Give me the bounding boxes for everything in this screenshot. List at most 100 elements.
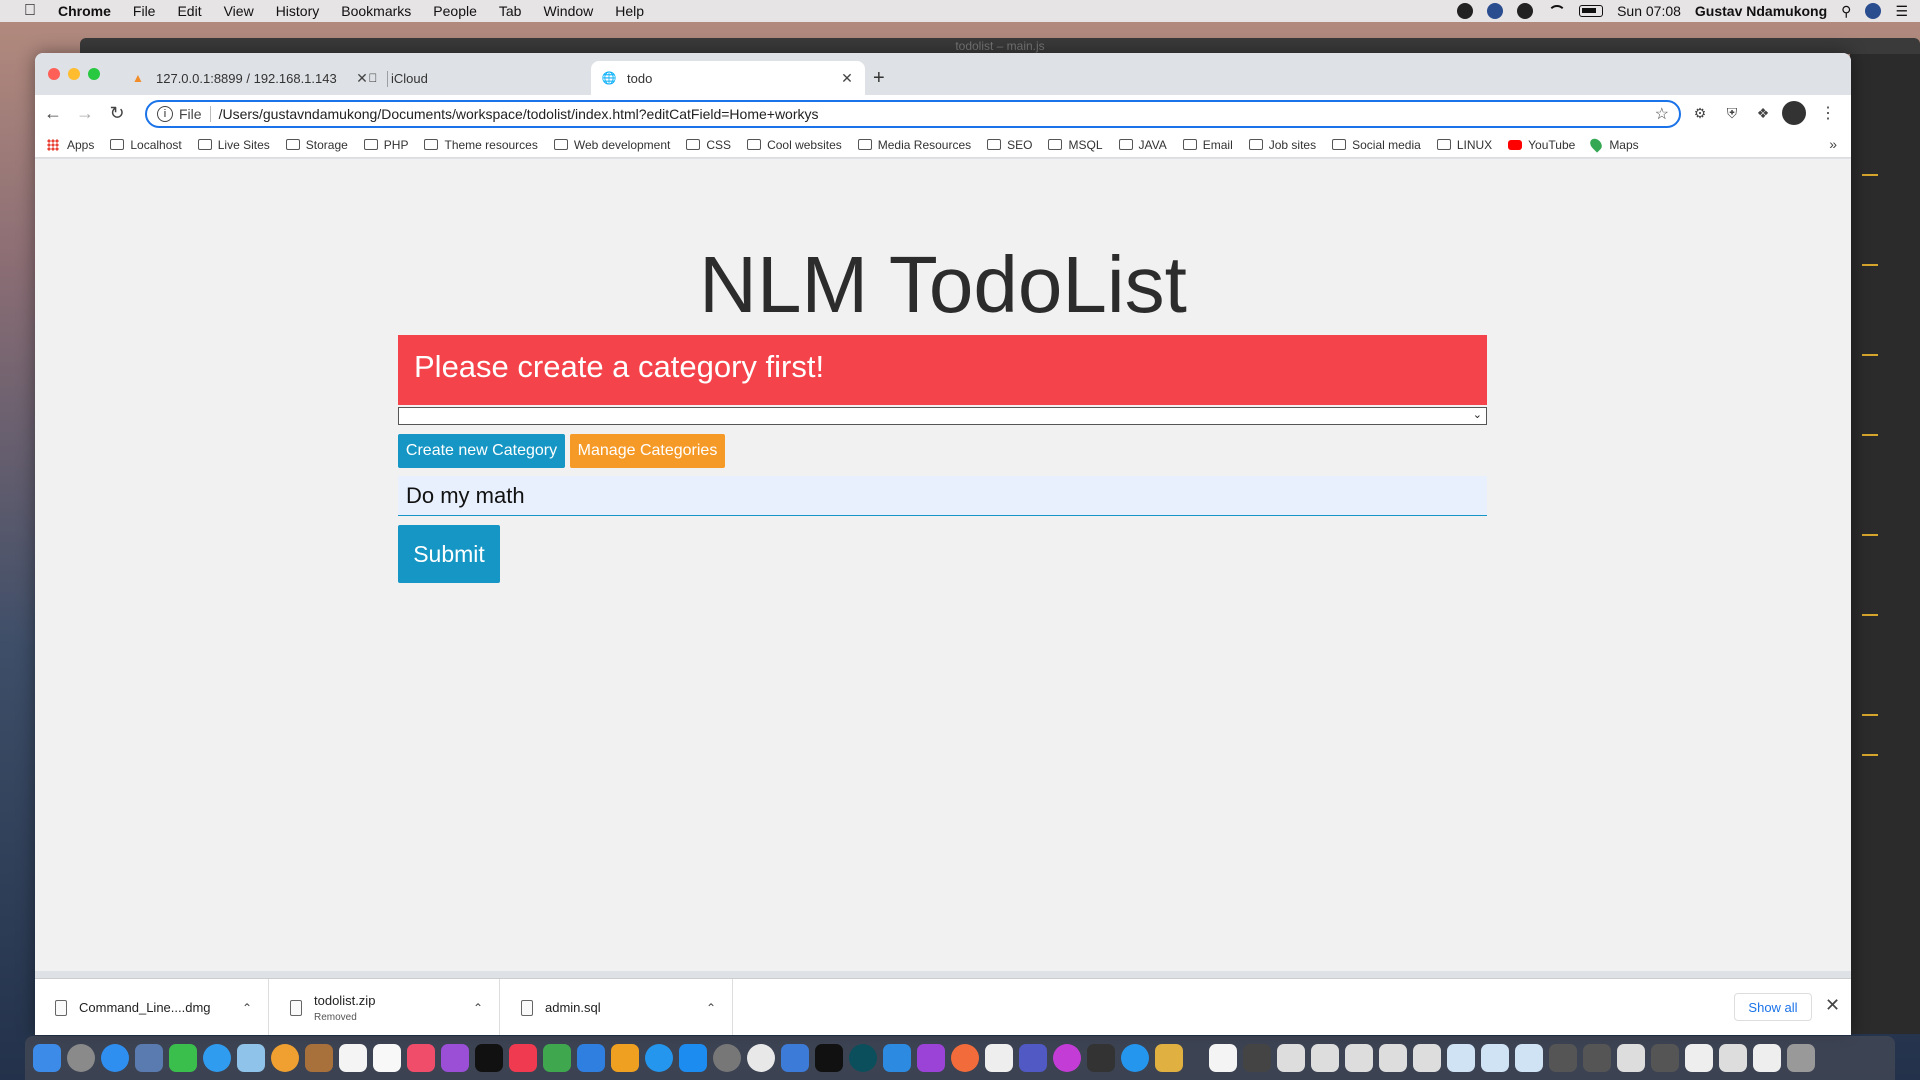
trash-icon[interactable]	[1787, 1044, 1815, 1072]
download-item[interactable]: Command_Line....dmg ⌃	[35, 979, 269, 1035]
extensions-puzzle-icon[interactable]: ❖	[1753, 103, 1773, 123]
bookmark-email[interactable]: Email	[1182, 138, 1233, 152]
bookmark-apps[interactable]: Apps	[47, 138, 94, 152]
docker-whale-icon[interactable]	[1121, 1044, 1149, 1072]
close-icon[interactable]: ✕	[839, 70, 855, 86]
postman-icon[interactable]	[951, 1044, 979, 1072]
address-url[interactable]: /Users/gustavndamukong/Documents/workspa…	[219, 106, 1655, 122]
phpstorm-icon[interactable]	[917, 1044, 945, 1072]
tab-icloud[interactable]:  iCloud ✕	[355, 61, 620, 95]
facetime-icon[interactable]	[169, 1044, 197, 1072]
terminal-icon[interactable]	[815, 1044, 843, 1072]
spotlight-icon[interactable]: ⚲	[1841, 3, 1851, 20]
bookmark-theme-resources[interactable]: Theme resources	[424, 138, 538, 152]
profile-avatar[interactable]	[1782, 101, 1806, 125]
minimized-window-icon[interactable]	[1583, 1044, 1611, 1072]
finder-icon[interactable]	[33, 1044, 61, 1072]
bookmark-social-media[interactable]: Social media	[1332, 138, 1421, 152]
bookmark-youtube[interactable]: YouTube	[1508, 138, 1575, 152]
chrome-icon[interactable]	[747, 1044, 775, 1072]
music-icon[interactable]	[407, 1044, 435, 1072]
menu-help[interactable]: Help	[615, 3, 644, 19]
show-all-downloads-button[interactable]: Show all	[1734, 993, 1812, 1021]
bookmark-php[interactable]: PHP	[363, 138, 408, 152]
minimize-window-button[interactable]	[68, 68, 80, 80]
vpn-status-icon[interactable]	[1487, 3, 1504, 19]
gitkraken-icon[interactable]	[849, 1044, 877, 1072]
bookmark-css[interactable]: CSS	[686, 138, 731, 152]
keynote-icon[interactable]	[577, 1044, 605, 1072]
wifi-icon[interactable]	[1547, 3, 1567, 19]
submit-button[interactable]: Submit	[398, 525, 500, 583]
minimized-window-icon[interactable]	[1719, 1044, 1747, 1072]
download-item[interactable]: todolist.zip Removed ⌃	[270, 979, 500, 1035]
notification-center-icon[interactable]: ☰	[1895, 3, 1908, 20]
menu-bookmarks[interactable]: Bookmarks	[341, 3, 411, 19]
bookmark-java[interactable]: JAVA	[1118, 138, 1167, 152]
back-button[interactable]: ←	[39, 100, 67, 128]
tv-icon[interactable]	[475, 1044, 503, 1072]
textedit-icon[interactable]	[985, 1044, 1013, 1072]
system-preferences-icon[interactable]	[713, 1044, 741, 1072]
chrome-menu-icon[interactable]: ⋮	[1820, 103, 1836, 123]
filezilla-icon[interactable]	[781, 1044, 809, 1072]
bookmark-star-icon[interactable]: ☆	[1655, 104, 1669, 124]
bookmark-linux[interactable]: LINUX	[1436, 138, 1492, 152]
tab-phpmyadmin[interactable]: ▲ 127.0.0.1:8899 / 192.168.1.143 ✕	[120, 61, 380, 95]
minimized-window-icon[interactable]	[1413, 1044, 1441, 1072]
manage-categories-button[interactable]: Manage Categories	[570, 434, 725, 468]
category-select[interactable]: ⌄	[398, 407, 1487, 425]
menu-window[interactable]: Window	[543, 3, 593, 19]
bookmark-storage[interactable]: Storage	[285, 138, 348, 152]
bookmark-job-sites[interactable]: Job sites	[1248, 138, 1316, 152]
contacts-icon[interactable]	[305, 1044, 333, 1072]
docker-icon[interactable]	[645, 1044, 673, 1072]
forward-button[interactable]: →	[71, 100, 99, 128]
photos-icon[interactable]	[271, 1044, 299, 1072]
pages-icon[interactable]	[611, 1044, 639, 1072]
minimized-window-icon[interactable]	[1311, 1044, 1339, 1072]
reload-button[interactable]: ↻	[103, 100, 131, 128]
menu-history[interactable]: History	[276, 3, 320, 19]
bookmarks-overflow-button[interactable]: »	[1829, 136, 1837, 152]
console-icon[interactable]	[1087, 1044, 1115, 1072]
zoom-window-button[interactable]	[88, 68, 100, 80]
minimized-window-icon[interactable]	[1617, 1044, 1645, 1072]
minimized-window-icon[interactable]	[1651, 1044, 1679, 1072]
extension-shield-icon[interactable]: ⛨	[1722, 103, 1742, 123]
messages-icon[interactable]	[203, 1044, 231, 1072]
minimized-window-icon[interactable]	[1481, 1044, 1509, 1072]
download-item[interactable]: admin.sql ⌃	[501, 979, 733, 1035]
menu-view[interactable]: View	[224, 3, 254, 19]
create-category-button[interactable]: Create new Category	[398, 434, 565, 468]
sequel-pro-icon[interactable]	[1155, 1044, 1183, 1072]
chevron-up-icon[interactable]: ⌃	[242, 1001, 252, 1015]
new-tab-button[interactable]: +	[873, 67, 885, 90]
tab-todo[interactable]: 🌐 todo ✕	[591, 61, 865, 95]
preview-icon[interactable]	[135, 1044, 163, 1072]
bookmark-web-development[interactable]: Web development	[553, 138, 670, 152]
minimized-window-icon[interactable]	[1753, 1044, 1781, 1072]
safari-icon[interactable]	[101, 1044, 129, 1072]
launchpad-icon[interactable]	[67, 1044, 95, 1072]
teams-icon[interactable]	[1019, 1044, 1047, 1072]
minimized-window-icon[interactable]	[1277, 1044, 1305, 1072]
chevron-up-icon[interactable]: ⌃	[473, 1001, 483, 1015]
vscode-icon[interactable]	[883, 1044, 911, 1072]
news-icon[interactable]	[509, 1044, 537, 1072]
minimized-window-icon[interactable]	[1243, 1044, 1271, 1072]
menu-file[interactable]: File	[133, 3, 156, 19]
bookmark-maps[interactable]: Maps	[1588, 136, 1639, 153]
podcasts-icon[interactable]	[441, 1044, 469, 1072]
site-info-icon[interactable]: i	[157, 106, 173, 122]
menubar-user[interactable]: Gustav Ndamukong	[1695, 3, 1827, 19]
bookmark-cool-websites[interactable]: Cool websites	[747, 138, 842, 152]
close-downloads-icon[interactable]: ✕	[1825, 995, 1840, 1016]
bookmark-media-resources[interactable]: Media Resources	[857, 138, 971, 152]
app-store-icon[interactable]	[679, 1044, 707, 1072]
apple-menu-icon[interactable]: 	[22, 2, 38, 19]
minimized-window-icon[interactable]	[1379, 1044, 1407, 1072]
todo-input[interactable]	[398, 476, 1487, 516]
menubar-clock[interactable]: Sun 07:08	[1617, 3, 1681, 19]
minimized-window-icon[interactable]	[1345, 1044, 1373, 1072]
